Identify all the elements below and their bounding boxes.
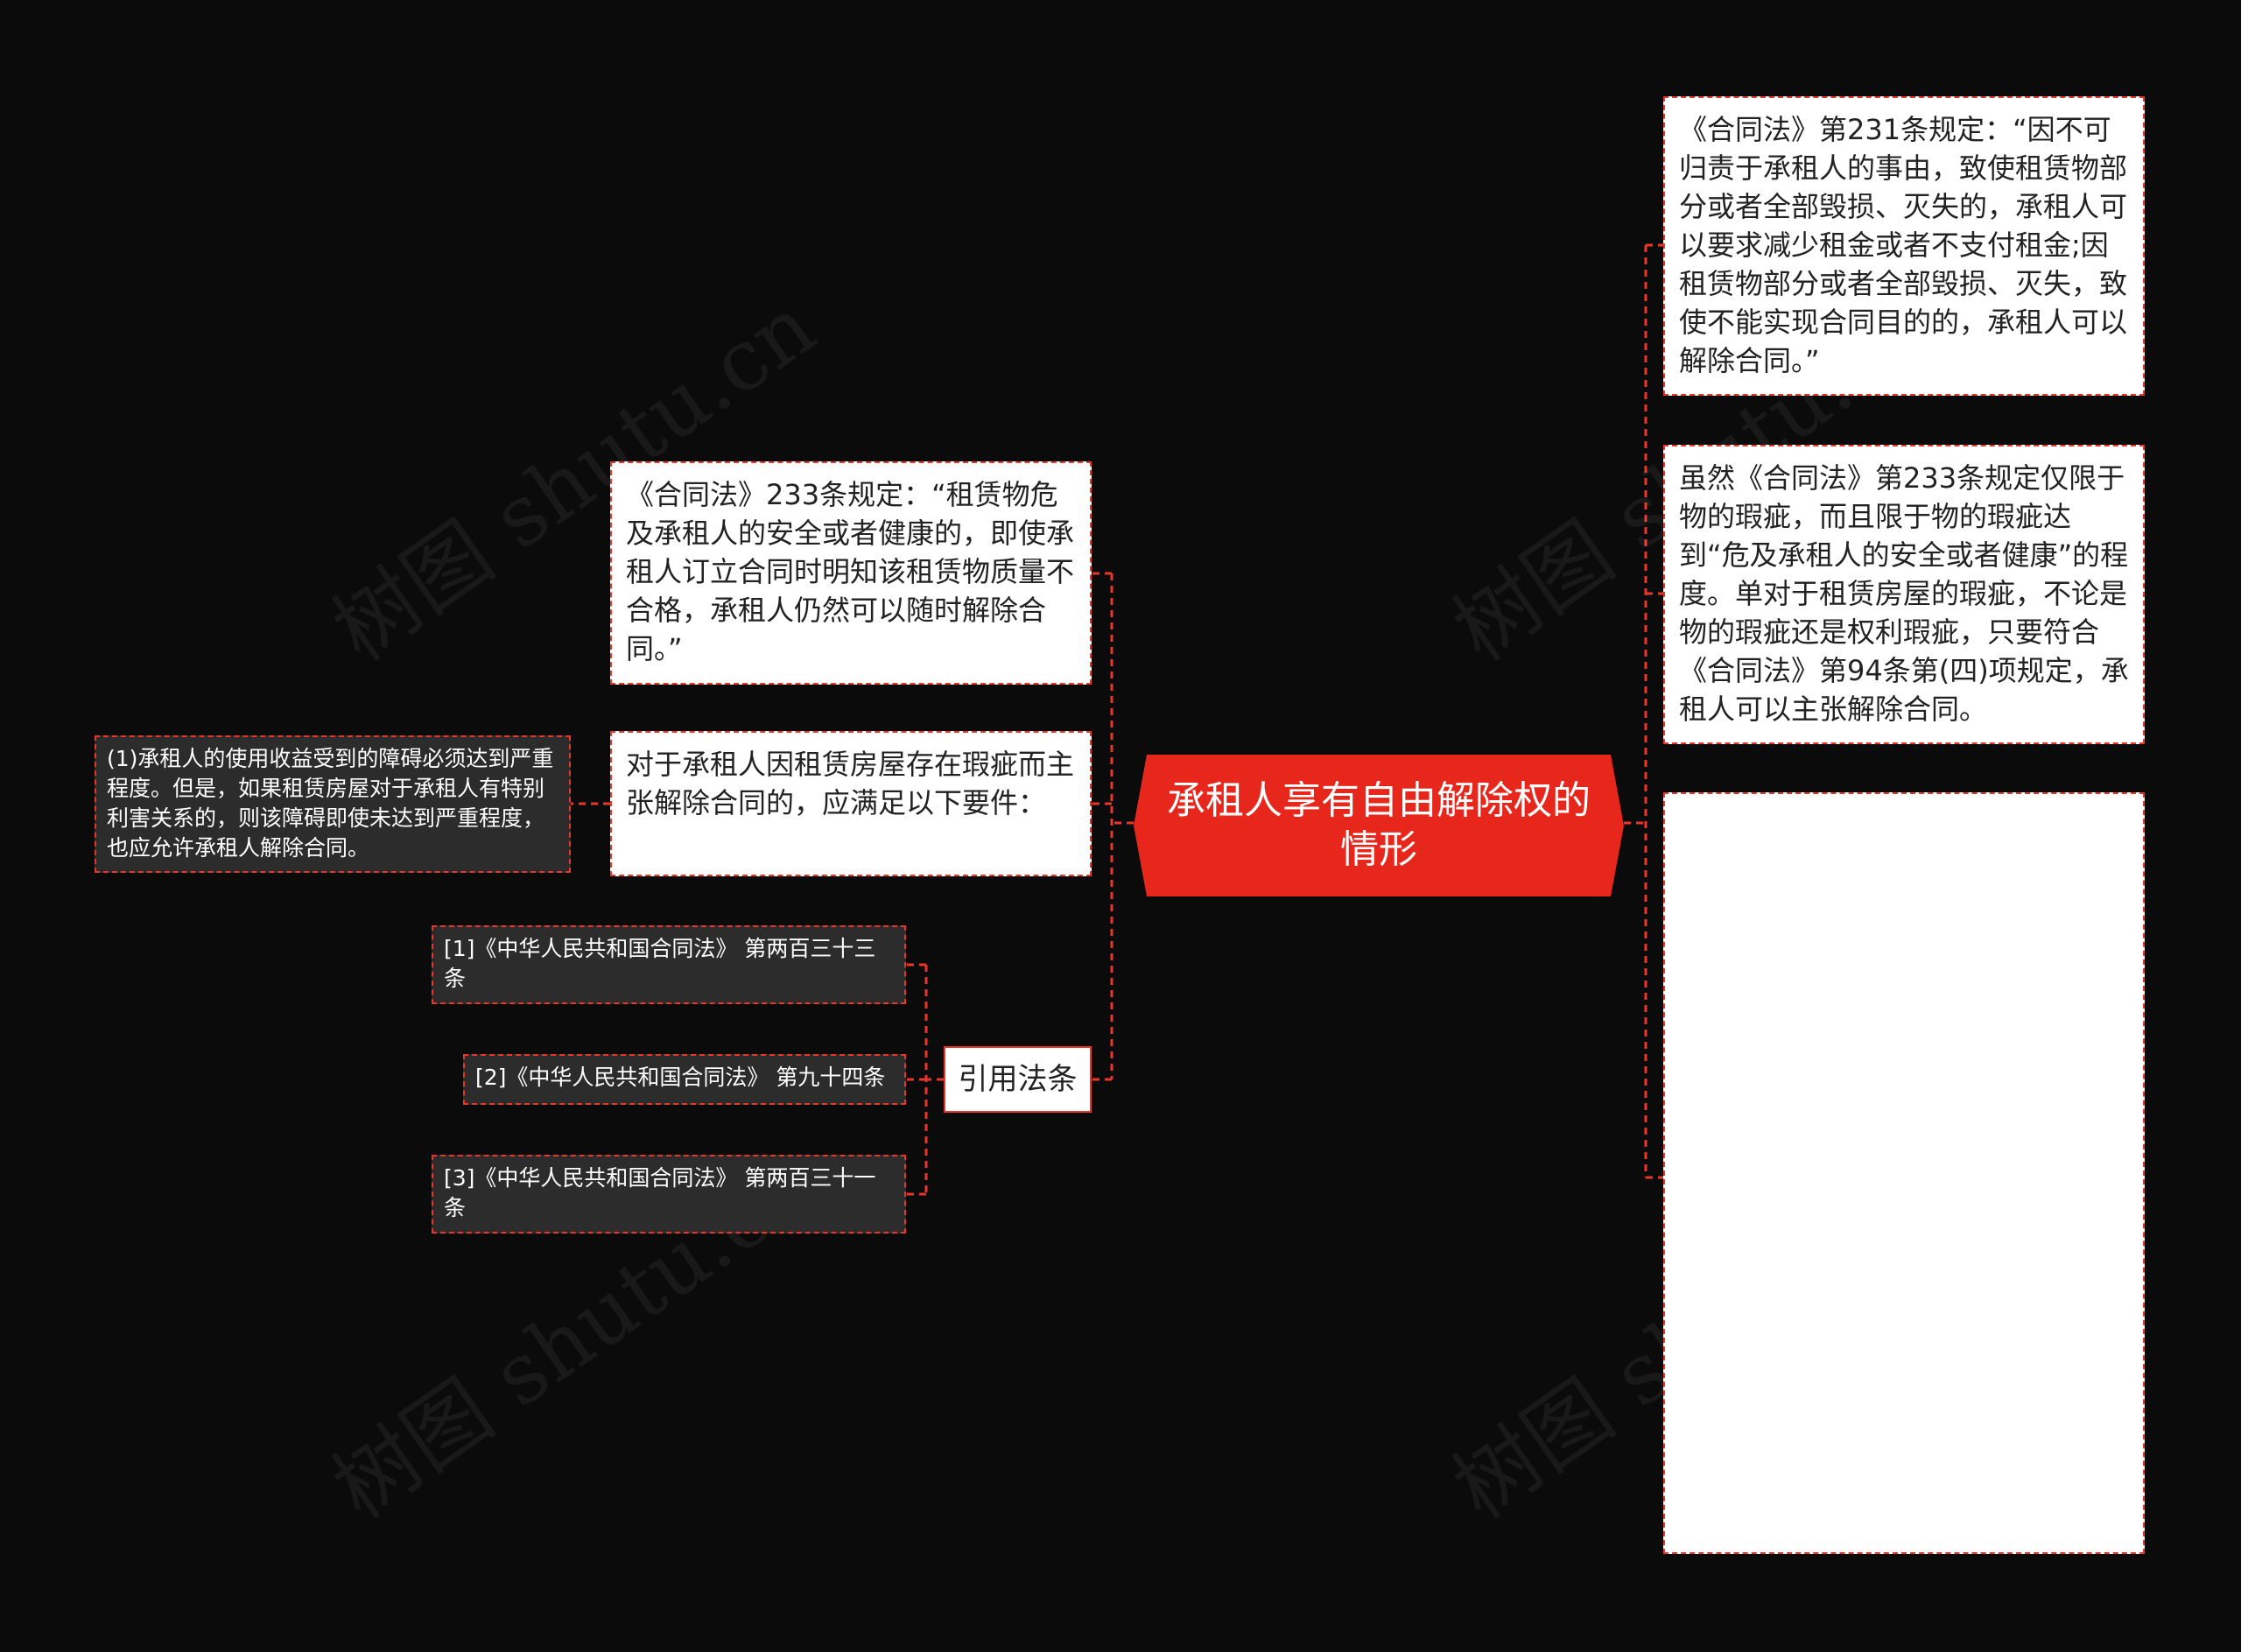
requirements-text: 对于承租人因租赁房屋存在瑕疵而主张解除合同的，应满足以下要件：	[626, 748, 1075, 819]
law231-text: 《合同法》第231条规定：“因不可归责于承租人的事由，致使租赁物部分或者全部毁损…	[1679, 113, 2128, 377]
citation-text: [2]《中华人民共和国合同法》 第九十四条	[475, 1065, 886, 1090]
law233-node[interactable]: 《合同法》233条规定：“租赁物危及承租人的安全或者健康的，即使承租人订立合同时…	[610, 461, 1092, 685]
citation-item-2[interactable]: [2]《中华人民共和国合同法》 第九十四条	[463, 1054, 906, 1105]
requirement1-text: (1)承租人的使用收益受到的障碍必须达到严重程度。但是，如果租赁房屋对于承租人有…	[107, 746, 554, 861]
citation-text: [1]《中华人民共和国合同法》 第两百三十三条	[444, 936, 876, 991]
citation-item-1[interactable]: [1]《中华人民共和国合同法》 第两百三十三条	[432, 925, 906, 1004]
citation-item-3[interactable]: [3]《中华人民共和国合同法》 第两百三十一条	[432, 1155, 906, 1234]
central-topic-title: 承租人享有自由解除权的情形	[1167, 778, 1591, 872]
requirement2-node[interactable]	[1663, 792, 2145, 1554]
citations-label-node[interactable]: 引用法条	[944, 1046, 1092, 1113]
central-topic-node[interactable]: 承租人享有自由解除权的情形	[1134, 755, 1624, 896]
requirements-node[interactable]: 对于承租人因租赁房屋存在瑕疵而主张解除合同的，应满足以下要件：	[610, 731, 1092, 876]
citation-text: [3]《中华人民共和国合同法》 第两百三十一条	[444, 1165, 876, 1220]
citations-label: 引用法条	[958, 1062, 1078, 1097]
note233-node[interactable]: 虽然《合同法》第233条规定仅限于物的瑕疵，而且限于物的瑕疵达到“危及承租人的安…	[1663, 445, 2145, 744]
requirement1-node[interactable]: (1)承租人的使用收益受到的障碍必须达到严重程度。但是，如果租赁房屋对于承租人有…	[95, 735, 571, 873]
law231-node[interactable]: 《合同法》第231条规定：“因不可归责于承租人的事由，致使租赁物部分或者全部毁损…	[1663, 96, 2145, 396]
law233-text: 《合同法》233条规定：“租赁物危及承租人的安全或者健康的，即使承租人订立合同时…	[626, 478, 1075, 665]
note233-text: 虽然《合同法》第233条规定仅限于物的瑕疵，而且限于物的瑕疵达到“危及承租人的安…	[1679, 461, 2129, 726]
